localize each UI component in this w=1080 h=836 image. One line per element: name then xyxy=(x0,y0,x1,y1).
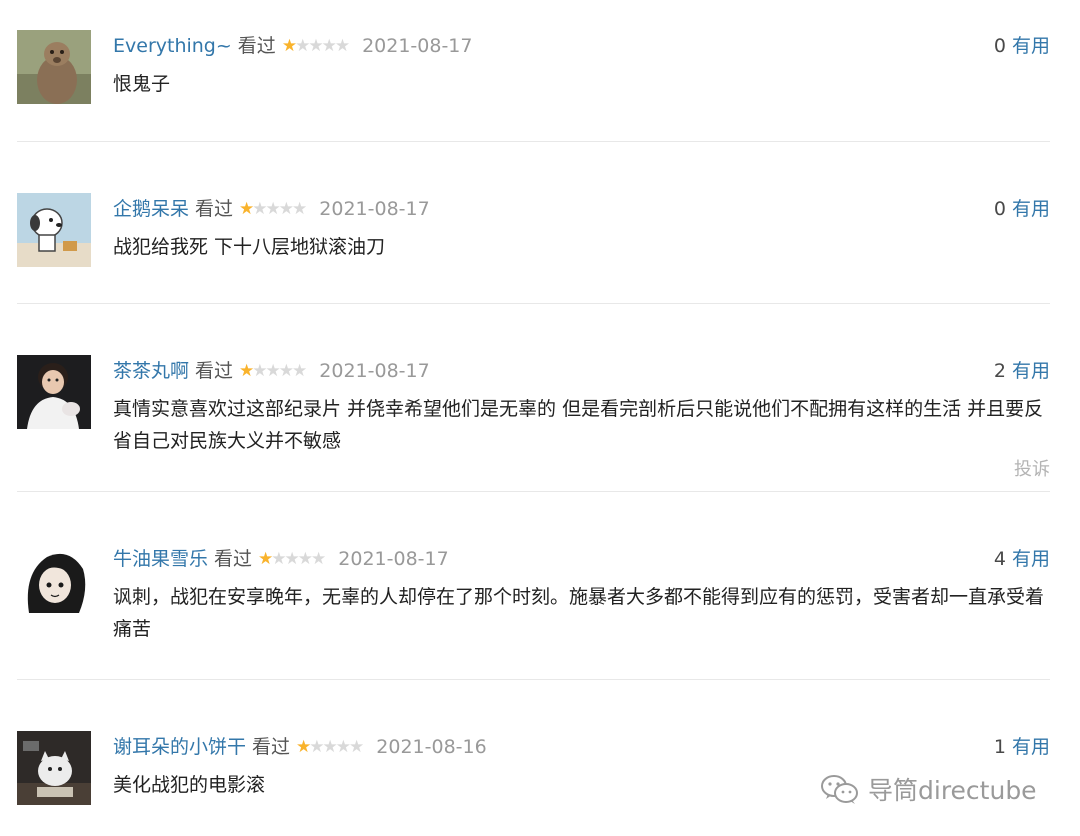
comment-meta: 茶茶丸啊 看过 ★★★★★ 2021-08-17 xyxy=(113,355,430,387)
watch-status: 看过 xyxy=(252,736,291,758)
username-link[interactable]: 企鹅呆呆 xyxy=(113,198,189,220)
star-empty-icon: ★ xyxy=(284,549,300,569)
user-avatar-image xyxy=(17,30,91,104)
rating-stars: ★★★★★ xyxy=(296,731,364,763)
star-filled-icon: ★ xyxy=(296,737,311,757)
comment-date: 2021-08-17 xyxy=(319,198,430,220)
star-empty-icon: ★ xyxy=(252,361,267,381)
comment-text: 真情实意喜欢过这部纪录片 并侥幸希望他们是无辜的 但是看完剖析后只能说他们不配拥… xyxy=(113,398,1044,452)
divider xyxy=(17,141,1050,142)
vote-count: 0 xyxy=(993,35,1006,57)
rating-stars: ★★★★★ xyxy=(239,355,307,387)
vote-area: 2 有用 xyxy=(994,355,1050,387)
report-button[interactable]: 投诉 xyxy=(1014,455,1050,481)
divider xyxy=(17,491,1050,492)
comment-date: 2021-08-17 xyxy=(319,360,430,382)
user-avatar-image xyxy=(17,731,91,805)
star-empty-icon: ★ xyxy=(335,737,351,757)
star-empty-icon: ★ xyxy=(292,199,307,219)
avatar[interactable] xyxy=(17,543,91,617)
user-avatar-image xyxy=(17,355,91,429)
comment-text: 讽刺，战犯在安享晚年，无辜的人却停在了那个时刻。施暴者大多都不能得到应有的惩罚，… xyxy=(113,586,1045,640)
divider xyxy=(17,303,1050,304)
comment-text: 战犯给我死 下十八层地狱滚油刀 xyxy=(113,236,386,258)
username-link[interactable]: 茶茶丸啊 xyxy=(113,360,189,382)
useful-button[interactable]: 有用 xyxy=(1012,736,1050,758)
star-empty-icon: ★ xyxy=(278,361,294,381)
star-empty-icon: ★ xyxy=(311,549,326,569)
star-empty-icon: ★ xyxy=(349,737,364,757)
star-empty-icon: ★ xyxy=(292,361,307,381)
rating-stars: ★★★★★ xyxy=(258,543,326,575)
star-empty-icon: ★ xyxy=(295,36,310,56)
star-empty-icon: ★ xyxy=(278,199,294,219)
star-empty-icon: ★ xyxy=(309,737,324,757)
useful-button[interactable]: 有用 xyxy=(1012,548,1050,570)
comment-date: 2021-08-17 xyxy=(362,35,473,57)
avatar[interactable] xyxy=(17,193,91,267)
watch-status: 看过 xyxy=(195,198,234,220)
star-filled-icon: ★ xyxy=(239,199,254,219)
star-filled-icon: ★ xyxy=(281,36,297,56)
star-filled-icon: ★ xyxy=(239,361,254,381)
star-filled-icon: ★ xyxy=(258,549,273,569)
useful-button[interactable]: 有用 xyxy=(1012,360,1050,382)
star-empty-icon: ★ xyxy=(297,549,313,569)
wechat-icon xyxy=(821,775,858,804)
comment-date: 2021-08-17 xyxy=(338,548,449,570)
star-empty-icon: ★ xyxy=(271,549,286,569)
avatar[interactable] xyxy=(17,355,91,429)
vote-area: 0 有用 xyxy=(994,193,1050,225)
divider xyxy=(17,679,1050,680)
comment-meta: 牛油果雪乐 看过 ★★★★★ 2021-08-17 xyxy=(113,543,449,575)
user-avatar-image xyxy=(17,193,91,267)
username-link[interactable]: 牛油果雪乐 xyxy=(113,548,208,570)
useful-button[interactable]: 有用 xyxy=(1012,35,1050,57)
star-empty-icon: ★ xyxy=(252,199,267,219)
comment-date: 2021-08-16 xyxy=(376,736,487,758)
star-empty-icon: ★ xyxy=(321,36,337,56)
user-avatar-image xyxy=(17,543,91,617)
star-empty-icon: ★ xyxy=(322,737,338,757)
comment-text: 恨鬼子 xyxy=(113,73,171,95)
vote-area: 4 有用 xyxy=(994,543,1050,575)
star-empty-icon: ★ xyxy=(334,36,350,56)
vote-count: 0 xyxy=(993,198,1006,220)
watch-status: 看过 xyxy=(195,360,234,382)
star-empty-icon: ★ xyxy=(265,199,281,219)
comment-meta: 谢耳朵的小饼干 看过 ★★★★★ 2021-08-16 xyxy=(113,731,487,763)
star-empty-icon: ★ xyxy=(265,361,281,381)
comment-meta: 企鹅呆呆 看过 ★★★★★ 2021-08-17 xyxy=(113,193,430,225)
username-link[interactable]: Everything~ xyxy=(113,35,232,57)
vote-count: 1 xyxy=(993,736,1006,758)
username-link[interactable]: 谢耳朵的小饼干 xyxy=(113,736,246,758)
comment-meta: Everything~ 看过 ★★★★★ 2021-08-17 xyxy=(113,30,472,62)
avatar[interactable] xyxy=(17,30,91,104)
watch-status: 看过 xyxy=(214,548,253,570)
star-empty-icon: ★ xyxy=(308,36,323,56)
watermark-text: 导筒directube xyxy=(868,776,1037,805)
vote-count: 4 xyxy=(993,548,1006,570)
watermark: 导筒directube xyxy=(820,772,1037,806)
rating-stars: ★★★★★ xyxy=(239,193,307,225)
vote-area: 1 有用 xyxy=(994,731,1050,763)
avatar[interactable] xyxy=(17,731,91,805)
watch-status: 看过 xyxy=(237,35,276,57)
rating-stars: ★★★★★ xyxy=(281,30,350,62)
useful-button[interactable]: 有用 xyxy=(1012,198,1050,220)
vote-count: 2 xyxy=(993,360,1006,382)
vote-area: 0 有用 xyxy=(994,30,1050,62)
